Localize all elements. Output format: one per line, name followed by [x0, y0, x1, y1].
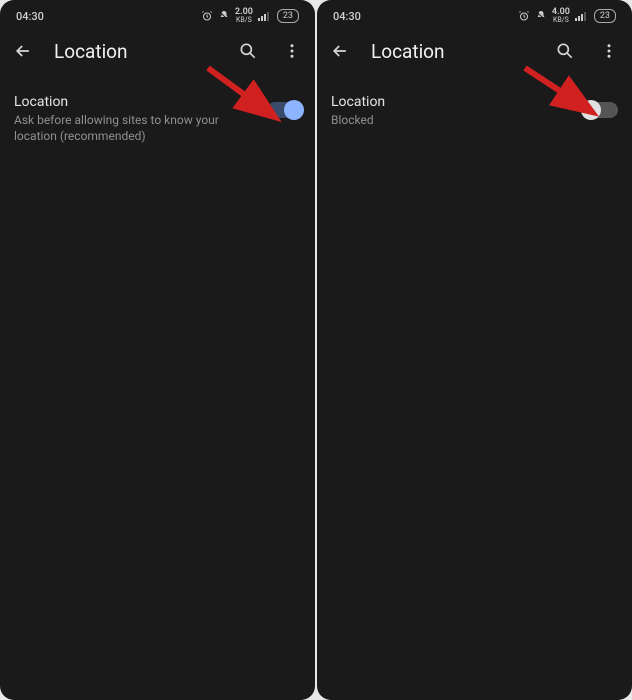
- app-bar: Location: [0, 26, 315, 74]
- phone-panel-right: 04:30 4.00 KB/S 23 Location: [317, 0, 632, 700]
- toggle-thumb: [581, 100, 601, 120]
- page-title: Location: [54, 40, 217, 63]
- alarm-icon: [201, 10, 213, 22]
- settings-content: Location Ask before allowing sites to kn…: [0, 74, 315, 164]
- status-icons: 2.00 KB/S 23: [201, 8, 299, 24]
- app-bar: Location: [317, 26, 632, 74]
- page-title: Location: [371, 40, 534, 63]
- more-button[interactable]: [279, 38, 305, 64]
- setting-title: Location: [14, 94, 253, 110]
- status-bar: 04:30 2.00 KB/S 23: [0, 0, 315, 26]
- signal-icon: [575, 11, 589, 21]
- setting-subtitle: Ask before allowing sites to know your l…: [14, 112, 253, 144]
- signal-icon: [258, 11, 272, 21]
- alarm-icon: [518, 10, 530, 22]
- toggle-thumb: [284, 100, 304, 120]
- search-button[interactable]: [552, 38, 578, 64]
- status-time: 04:30: [333, 10, 361, 23]
- location-setting-row[interactable]: Location Ask before allowing sites to kn…: [14, 94, 301, 144]
- location-toggle[interactable]: [267, 102, 301, 118]
- location-toggle[interactable]: [584, 102, 618, 118]
- settings-content: Location Blocked: [317, 74, 632, 148]
- location-setting-row[interactable]: Location Blocked: [331, 94, 618, 128]
- network-speed: 4.00 KB/S: [552, 8, 570, 24]
- battery-indicator: 23: [594, 9, 616, 23]
- setting-text: Location Blocked: [331, 94, 570, 128]
- setting-subtitle: Blocked: [331, 112, 570, 128]
- mute-icon: [535, 10, 547, 22]
- network-speed: 2.00 KB/S: [235, 8, 253, 24]
- setting-title: Location: [331, 94, 570, 110]
- status-time: 04:30: [16, 10, 44, 23]
- mute-icon: [218, 10, 230, 22]
- phone-panel-left: 04:30 2.00 KB/S 23 Location: [0, 0, 315, 700]
- status-icons: 4.00 KB/S 23: [518, 8, 616, 24]
- more-button[interactable]: [596, 38, 622, 64]
- back-button[interactable]: [327, 38, 353, 64]
- back-button[interactable]: [10, 38, 36, 64]
- status-bar: 04:30 4.00 KB/S 23: [317, 0, 632, 26]
- setting-text: Location Ask before allowing sites to kn…: [14, 94, 253, 144]
- search-button[interactable]: [235, 38, 261, 64]
- battery-indicator: 23: [277, 9, 299, 23]
